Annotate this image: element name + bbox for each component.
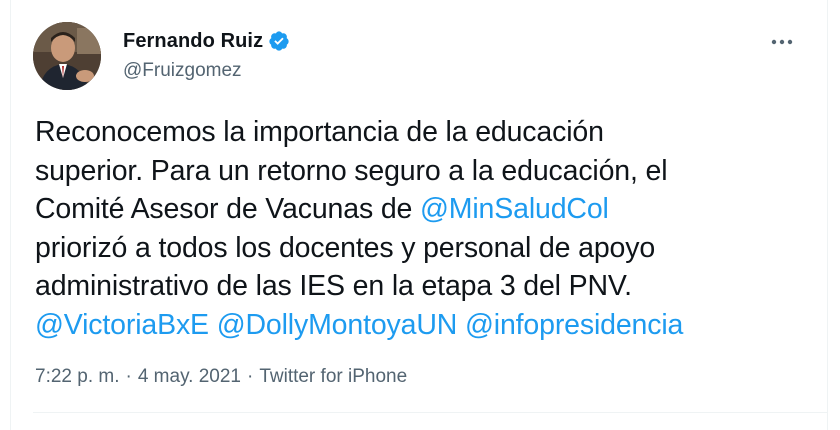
divider: [33, 412, 827, 413]
tweet-header: Fernando Ruiz @Fruizgomez: [33, 18, 809, 90]
tweet-text-segment: Reconocemos la importancia de la educaci…: [35, 116, 604, 148]
tweet-text-segment: Comité Asesor de Vacunas de: [35, 193, 420, 226]
verified-badge-icon: [268, 30, 290, 52]
display-name[interactable]: Fernando Ruiz: [123, 30, 263, 53]
mention-link[interactable]: @DollyMontoyaUN: [217, 309, 458, 341]
tweet-text-segment: administrativo de las IES en la etapa 3 …: [35, 270, 632, 303]
tweet-text-segment: [457, 309, 465, 341]
author-names: Fernando Ruiz @Fruizgomez: [123, 28, 290, 82]
tweet-line: superior. Para un retorno seguro a la ed…: [35, 152, 825, 191]
tweet-text-segment: superior. Para un retorno seguro a la ed…: [35, 154, 668, 187]
tweet-text: Reconocemos la importancia de la educaci…: [35, 113, 825, 345]
author-handle[interactable]: @Fruizgomez: [123, 60, 290, 82]
tweet-text-segment: priorizó a todos los docentes y personal…: [35, 231, 656, 264]
tweet-line: @VictoriaBxE @DollyMontoyaUN @infopresid…: [35, 306, 825, 345]
tweet-line: administrativo de las IES en la etapa 3 …: [35, 267, 825, 306]
tweet-line: Reconocemos la importancia de la educaci…: [35, 113, 825, 152]
mention-link[interactable]: @VictoriaBxE: [35, 309, 209, 341]
mention-link[interactable]: @MinSaludCol: [420, 193, 609, 225]
tweet-text-segment: [209, 309, 217, 341]
meta-separator: ·: [125, 366, 132, 387]
more-options-icon[interactable]: [765, 32, 799, 52]
avatar[interactable]: [33, 22, 101, 90]
name-row: Fernando Ruiz: [123, 28, 290, 54]
meta-separator: ·: [246, 366, 254, 387]
tweet-card: Fernando Ruiz @Fruizgomez Reconocemos la…: [10, 0, 828, 430]
tweet-line: Comité Asesor de Vacunas de @MinSaludCol: [35, 190, 825, 229]
tweet-date[interactable]: 4 may. 2021: [138, 366, 241, 388]
tweet-meta: 7:22 p. m. · 4 may. 2021 · Twitter for i…: [35, 366, 407, 388]
mention-link[interactable]: @infopresidencia: [465, 309, 683, 341]
profile-photo: [33, 22, 101, 90]
tweet-time[interactable]: 7:22 p. m.: [35, 366, 120, 388]
tweet-source[interactable]: Twitter for iPhone: [259, 366, 407, 388]
tweet-line: priorizó a todos los docentes y personal…: [35, 229, 825, 268]
